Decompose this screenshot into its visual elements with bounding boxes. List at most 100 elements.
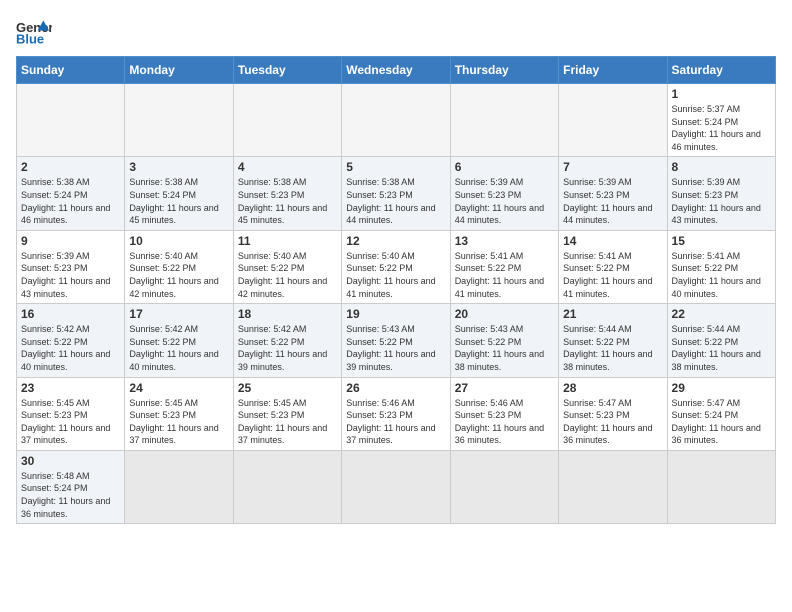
calendar-day-cell: 14 Sunrise: 5:41 AMSunset: 5:22 PMDayligh… (559, 230, 667, 303)
day-info: Sunrise: 5:38 AMSunset: 5:24 PMDaylight:… (21, 176, 120, 226)
calendar-day-cell: 29Sunrise: 5:47 AMSunset: 5:24 PMDayligh… (667, 377, 775, 450)
calendar-day-cell: 5Sunrise: 5:38 AMSunset: 5:23 PMDaylight… (342, 157, 450, 230)
day-number: 28 (563, 381, 662, 395)
calendar-day-cell: 23 Sunrise: 5:45 AMSunset: 5:23 PMDayligh… (17, 377, 125, 450)
calendar-day-cell: 20 Sunrise: 5:43 AMSunset: 5:22 PMDayligh… (450, 304, 558, 377)
day-info: Sunrise: 5:47 AMSunset: 5:23 PMDaylight:… (563, 397, 662, 447)
calendar-day-cell: 8 Sunrise: 5:39 AMSunset: 5:23 PMDaylight… (667, 157, 775, 230)
day-number: 18 (238, 307, 337, 321)
svg-text:Blue: Blue (16, 32, 44, 47)
day-number: 10 (129, 234, 228, 248)
calendar-day-cell (342, 84, 450, 157)
calendar-day-cell: 4Sunrise: 5:38 AMSunset: 5:23 PMDaylight… (233, 157, 341, 230)
calendar-day-cell: 7 Sunrise: 5:39 AMSunset: 5:23 PMDaylight… (559, 157, 667, 230)
day-info: Sunrise: 5:44 AMSunset: 5:22 PMDaylight:… (672, 323, 771, 373)
day-number: 4 (238, 160, 337, 174)
calendar-day-cell: 25Sunrise: 5:45 AMSunset: 5:23 PMDayligh… (233, 377, 341, 450)
calendar-week-row: 30 Sunrise: 5:48 AMSunset: 5:24 PMDayligh… (17, 450, 776, 523)
calendar-day-cell: 26Sunrise: 5:46 AMSunset: 5:23 PMDayligh… (342, 377, 450, 450)
day-number: 30 (21, 454, 120, 468)
day-number: 2 (21, 160, 120, 174)
calendar: SundayMondayTuesdayWednesdayThursdayFrid… (16, 56, 776, 524)
weekday-header: Wednesday (342, 57, 450, 84)
weekday-header: Monday (125, 57, 233, 84)
calendar-day-cell: 16 Sunrise: 5:42 AMSunset: 5:22 PMDayligh… (17, 304, 125, 377)
day-number: 14 (563, 234, 662, 248)
day-number: 11 (238, 234, 337, 248)
day-number: 12 (346, 234, 445, 248)
day-info: Sunrise: 5:40 AMSunset: 5:22 PMDaylight:… (129, 250, 228, 300)
day-info: Sunrise: 5:42 AMSunset: 5:22 PMDaylight:… (129, 323, 228, 373)
day-info: Sunrise: 5:43 AMSunset: 5:22 PMDaylight:… (346, 323, 445, 373)
day-info: Sunrise: 5:41 AMSunset: 5:22 PMDaylight:… (563, 250, 662, 300)
day-info: Sunrise: 5:42 AMSunset: 5:22 PMDaylight:… (238, 323, 337, 373)
calendar-day-cell: 18 Sunrise: 5:42 AMSunset: 5:22 PMDayligh… (233, 304, 341, 377)
logo: General Blue (16, 16, 52, 48)
day-info: Sunrise: 5:39 AMSunset: 5:23 PMDaylight:… (563, 176, 662, 226)
calendar-day-cell: 21 Sunrise: 5:44 AMSunset: 5:22 PMDayligh… (559, 304, 667, 377)
weekday-header: Thursday (450, 57, 558, 84)
calendar-day-cell (17, 84, 125, 157)
calendar-day-cell (342, 450, 450, 523)
day-number: 24 (129, 381, 228, 395)
calendar-day-cell (233, 450, 341, 523)
day-number: 15 (672, 234, 771, 248)
day-info: Sunrise: 5:42 AMSunset: 5:22 PMDaylight:… (21, 323, 120, 373)
day-info: Sunrise: 5:41 AMSunset: 5:22 PMDaylight:… (455, 250, 554, 300)
calendar-day-cell: 11Sunrise: 5:40 AMSunset: 5:22 PMDayligh… (233, 230, 341, 303)
calendar-day-cell: 10 Sunrise: 5:40 AMSunset: 5:22 PMDayligh… (125, 230, 233, 303)
calendar-day-cell: 3 Sunrise: 5:38 AMSunset: 5:24 PMDaylight… (125, 157, 233, 230)
calendar-day-cell: 13 Sunrise: 5:41 AMSunset: 5:22 PMDayligh… (450, 230, 558, 303)
day-info: Sunrise: 5:47 AMSunset: 5:24 PMDaylight:… (672, 397, 771, 447)
calendar-day-cell: 12Sunrise: 5:40 AMSunset: 5:22 PMDayligh… (342, 230, 450, 303)
calendar-day-cell: 19 Sunrise: 5:43 AMSunset: 5:22 PMDayligh… (342, 304, 450, 377)
calendar-day-cell (559, 84, 667, 157)
day-info: Sunrise: 5:44 AMSunset: 5:22 PMDaylight:… (563, 323, 662, 373)
calendar-day-cell: 24 Sunrise: 5:45 AMSunset: 5:23 PMDayligh… (125, 377, 233, 450)
day-info: Sunrise: 5:39 AMSunset: 5:23 PMDaylight:… (455, 176, 554, 226)
day-info: Sunrise: 5:41 AMSunset: 5:22 PMDaylight:… (672, 250, 771, 300)
day-number: 3 (129, 160, 228, 174)
day-info: Sunrise: 5:39 AMSunset: 5:23 PMDaylight:… (21, 250, 120, 300)
calendar-week-row: 1Sunrise: 5:37 AMSunset: 5:24 PMDaylight… (17, 84, 776, 157)
day-number: 6 (455, 160, 554, 174)
calendar-header-row: SundayMondayTuesdayWednesdayThursdayFrid… (17, 57, 776, 84)
calendar-day-cell: 9Sunrise: 5:39 AMSunset: 5:23 PMDaylight… (17, 230, 125, 303)
day-number: 27 (455, 381, 554, 395)
day-number: 23 (21, 381, 120, 395)
calendar-day-cell (450, 450, 558, 523)
day-number: 21 (563, 307, 662, 321)
day-number: 20 (455, 307, 554, 321)
calendar-day-cell (667, 450, 775, 523)
calendar-day-cell (233, 84, 341, 157)
weekday-header: Friday (559, 57, 667, 84)
calendar-day-cell (450, 84, 558, 157)
calendar-week-row: 23 Sunrise: 5:45 AMSunset: 5:23 PMDayligh… (17, 377, 776, 450)
day-info: Sunrise: 5:45 AMSunset: 5:23 PMDaylight:… (21, 397, 120, 447)
day-number: 7 (563, 160, 662, 174)
day-number: 8 (672, 160, 771, 174)
calendar-day-cell: 22 Sunrise: 5:44 AMSunset: 5:22 PMDayligh… (667, 304, 775, 377)
day-info: Sunrise: 5:37 AMSunset: 5:24 PMDaylight:… (672, 103, 771, 153)
calendar-day-cell: 15 Sunrise: 5:41 AMSunset: 5:22 PMDayligh… (667, 230, 775, 303)
calendar-day-cell (125, 84, 233, 157)
weekday-header: Saturday (667, 57, 775, 84)
day-number: 13 (455, 234, 554, 248)
day-info: Sunrise: 5:38 AMSunset: 5:24 PMDaylight:… (129, 176, 228, 226)
calendar-day-cell: 30 Sunrise: 5:48 AMSunset: 5:24 PMDayligh… (17, 450, 125, 523)
day-number: 22 (672, 307, 771, 321)
calendar-week-row: 9Sunrise: 5:39 AMSunset: 5:23 PMDaylight… (17, 230, 776, 303)
day-number: 26 (346, 381, 445, 395)
day-info: Sunrise: 5:38 AMSunset: 5:23 PMDaylight:… (346, 176, 445, 226)
day-info: Sunrise: 5:39 AMSunset: 5:23 PMDaylight:… (672, 176, 771, 226)
calendar-day-cell: 28 Sunrise: 5:47 AMSunset: 5:23 PMDayligh… (559, 377, 667, 450)
day-number: 19 (346, 307, 445, 321)
day-info: Sunrise: 5:45 AMSunset: 5:23 PMDaylight:… (129, 397, 228, 447)
day-info: Sunrise: 5:48 AMSunset: 5:24 PMDaylight:… (21, 470, 120, 520)
day-number: 17 (129, 307, 228, 321)
day-info: Sunrise: 5:45 AMSunset: 5:23 PMDaylight:… (238, 397, 337, 447)
day-number: 16 (21, 307, 120, 321)
calendar-week-row: 2 Sunrise: 5:38 AMSunset: 5:24 PMDaylight… (17, 157, 776, 230)
day-info: Sunrise: 5:43 AMSunset: 5:22 PMDaylight:… (455, 323, 554, 373)
calendar-week-row: 16 Sunrise: 5:42 AMSunset: 5:22 PMDayligh… (17, 304, 776, 377)
